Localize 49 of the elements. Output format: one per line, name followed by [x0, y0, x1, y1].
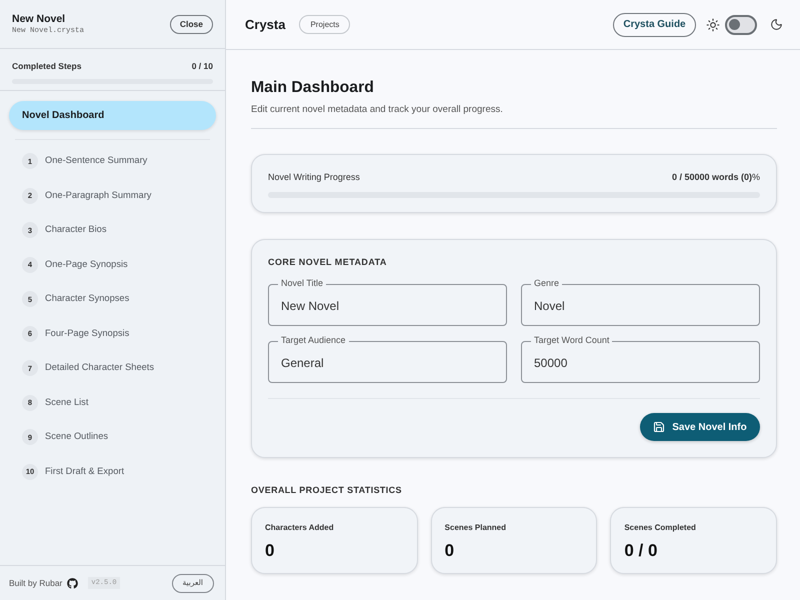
close-button[interactable]: Close — [170, 14, 213, 34]
nav-item-label: Four-Page Synopsis — [45, 326, 130, 340]
light-mode-icon — [706, 18, 720, 32]
nav-item-label: Scene List — [45, 396, 88, 409]
nav-item-label: One-Paragraph Summary — [45, 188, 152, 202]
field-label: Novel Title — [280, 277, 324, 290]
nav-item-label: Character Bios — [45, 223, 106, 236]
metadata-heading: CORE NOVEL METADATA — [268, 256, 388, 268]
field-label: Target Audience — [280, 334, 347, 348]
statistics-heading: OVERALL PROJECT STATISTICS — [251, 484, 403, 496]
nav-item-label: First Draft & Export — [45, 464, 124, 478]
progress-label: Novel Writing Progress — [268, 171, 360, 184]
text-field[interactable]: Genre Novel — [521, 277, 760, 326]
field-input[interactable]: General — [281, 354, 494, 372]
save-icon — [653, 421, 666, 434]
field-label: Genre — [533, 277, 560, 290]
stat-label: Scenes Completed — [624, 522, 697, 534]
nav-item[interactable]: Novel Dashboard — [9, 101, 216, 130]
field-label: Target Word Count — [533, 334, 610, 348]
field-input[interactable]: New Novel — [281, 296, 494, 315]
progress-reading: 0 / 50000 words (0)% — [672, 171, 760, 184]
field-input[interactable]: Novel — [534, 296, 747, 315]
nav-item-label: Scene Outlines — [45, 430, 108, 444]
page-subtitle: Edit current novel metadata and track your overall progress. — [251, 103, 504, 117]
page-title: Main Dashboard — [251, 78, 375, 98]
stat-value: 0 — [265, 541, 276, 562]
field-input[interactable]: 50000 — [534, 354, 747, 372]
completed-steps-count: 0 / 10 — [192, 60, 213, 73]
save-button[interactable]: Save Novel Info — [640, 413, 760, 442]
stat-value: 0 / 0 — [624, 541, 658, 562]
app-name: Crysta — [245, 16, 286, 34]
completed-steps-label: Completed Steps — [12, 60, 82, 73]
stat-value: 0 — [444, 541, 456, 562]
github-icon[interactable] — [67, 578, 78, 588]
theme-toggle[interactable] — [725, 14, 757, 34]
text-field[interactable]: Target Word Count 50000 — [521, 334, 760, 384]
nav-item-label: One-Sentence Summary — [45, 154, 148, 168]
stat-label: Characters Added — [265, 522, 335, 534]
text-field[interactable]: Novel Title New Novel — [268, 277, 507, 326]
stat-label: Scenes Planned — [444, 522, 508, 534]
nav-item-label: Detailed Character Sheets — [45, 361, 154, 374]
dark-mode-icon — [770, 18, 783, 31]
projects-button[interactable]: Projects — [299, 15, 350, 34]
nav-item-label: Character Synopses — [45, 292, 130, 306]
text-field[interactable]: Target Audience General — [268, 334, 507, 384]
nav-item-label: One-Page Synopsis — [45, 258, 128, 271]
project-title: New Novel — [12, 12, 66, 26]
guide-button[interactable]: Crysta Guide — [613, 12, 696, 36]
credit-text: Built by Rubar — [9, 576, 62, 590]
